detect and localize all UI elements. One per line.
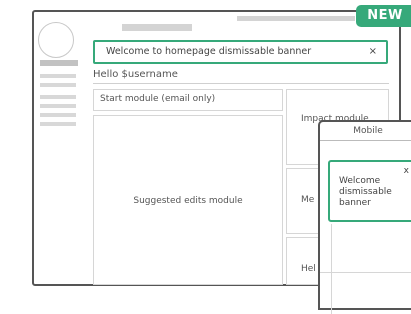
banner-text: Welcome to homepage dismissable banner (106, 46, 312, 57)
sidebar-placeholder (40, 60, 78, 66)
welcome-banner: Welcome to homepage dismissable banner × (93, 40, 388, 64)
sidebar-placeholder (40, 95, 76, 99)
new-badge: NEW (356, 5, 411, 27)
help-module-label: Hel (301, 264, 316, 274)
sidebar-placeholder (40, 83, 76, 87)
divider (320, 140, 411, 141)
close-icon[interactable]: x (404, 166, 409, 177)
divider (320, 272, 411, 273)
avatar (38, 22, 74, 58)
mobile-title: Mobile (353, 126, 383, 136)
sidebar-placeholder (40, 104, 76, 108)
divider (93, 83, 389, 84)
sidebar-placeholder (40, 122, 76, 126)
sidebar-placeholder (40, 74, 76, 78)
mobile-banner-line: dismissable (339, 187, 392, 197)
sidebar-placeholder (40, 113, 76, 117)
suggested-edits-label: Suggested edits module (133, 196, 243, 206)
mobile-wireframe: Mobile x Welcome dismissable banner (318, 120, 411, 314)
suggested-edits-module[interactable]: Suggested edits module (93, 115, 283, 285)
nav-placeholder (122, 24, 192, 31)
mobile-banner-line: Welcome (339, 176, 381, 186)
nav-placeholder (237, 16, 355, 21)
mobile-banner-line: banner (339, 198, 371, 208)
start-module[interactable]: Start module (email only) (93, 89, 283, 111)
mobile-welcome-banner: x Welcome dismissable banner (328, 160, 411, 222)
close-icon[interactable]: × (369, 42, 377, 62)
page-greeting: Hello $username (93, 69, 178, 80)
mentor-module-label: Me (301, 195, 315, 205)
divider (331, 224, 332, 314)
